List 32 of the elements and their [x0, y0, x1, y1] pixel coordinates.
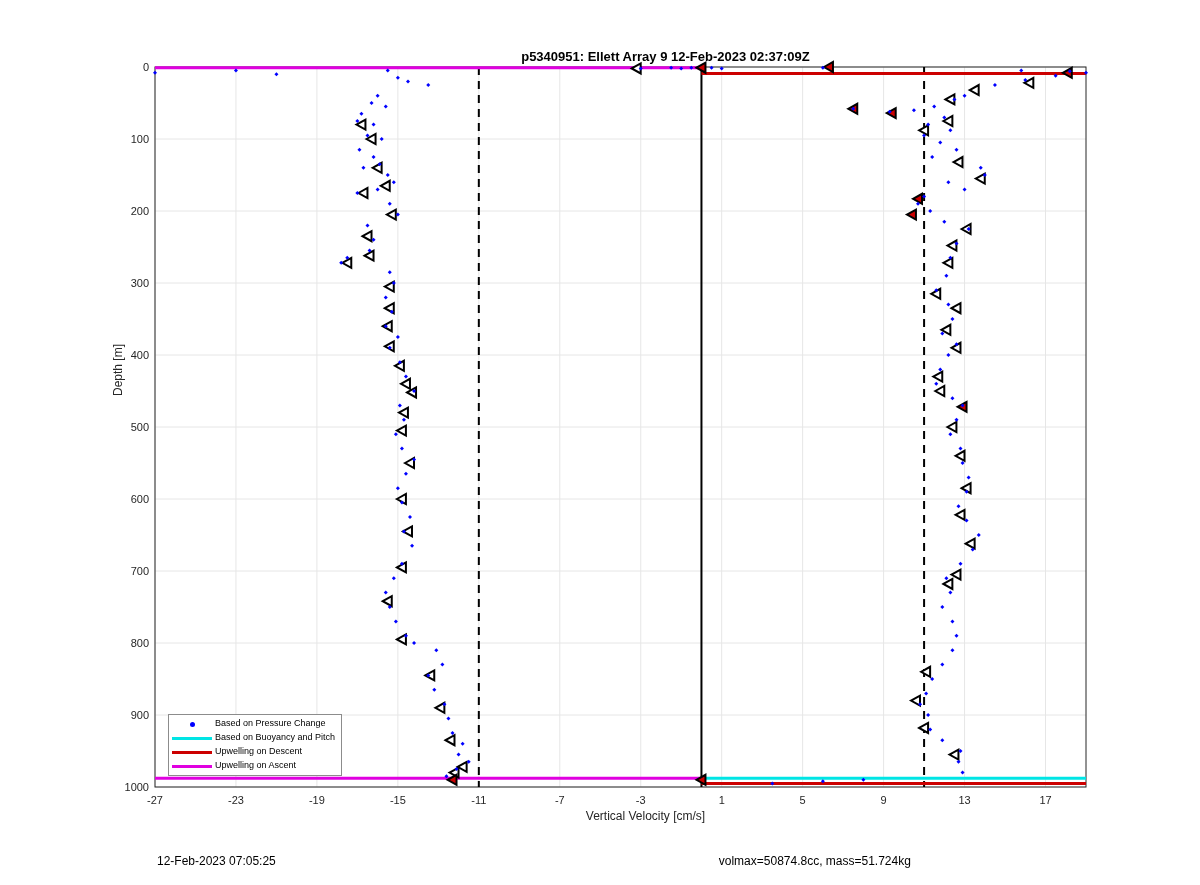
footer-info: volmax=50874.8cc, mass=51.724kg [718, 853, 911, 870]
y-tick-label: 600 [130, 493, 149, 505]
x-tick-label: -15 [389, 794, 406, 806]
x-tick-label: 5 [799, 794, 806, 806]
y-tick-label: 300 [130, 277, 149, 289]
x-tick-label: -11 [471, 794, 487, 806]
y-tick-label: 200 [130, 205, 149, 217]
y-tick-label: 1000 [124, 781, 149, 793]
legend-label: Upwelling on Descent [215, 745, 303, 759]
y-tick-label: 800 [130, 637, 149, 649]
x-tick-label: 17 [1039, 794, 1052, 806]
y-tick-label: 500 [130, 421, 149, 433]
y-tick-label: 100 [130, 133, 149, 145]
x-tick-label: 9 [880, 794, 887, 806]
x-axis-label: Vertical Velocity [cm/s] [585, 809, 706, 823]
y-tick-label: 400 [130, 349, 149, 361]
y-tick-label: 700 [130, 565, 149, 577]
x-tick-label: -27 [147, 794, 163, 806]
y-tick-label: 0 [142, 61, 149, 73]
x-tick-label: 13 [958, 794, 971, 806]
x-tick-label: -3 [635, 794, 646, 806]
legend-label: Based on Pressure Change [215, 717, 326, 731]
y-tick-label: 900 [130, 709, 149, 721]
chart-title: p5340951: Ellett Array 9 12-Feb-2023 02:37:09Z [521, 49, 810, 64]
x-tick-label: 1 [718, 794, 725, 806]
x-tick-label: -23 [228, 794, 244, 806]
x-tick-label: -7 [554, 794, 565, 806]
legend-label: Upwelling on Ascent [215, 759, 297, 773]
footer-date: 12-Feb-2023 07:05:25 [157, 853, 276, 870]
y-axis-label: Depth [m] [111, 344, 125, 396]
x-tick-label: -19 [308, 794, 325, 806]
legend-label: Based on Buoyancy and Pitch [215, 731, 336, 745]
